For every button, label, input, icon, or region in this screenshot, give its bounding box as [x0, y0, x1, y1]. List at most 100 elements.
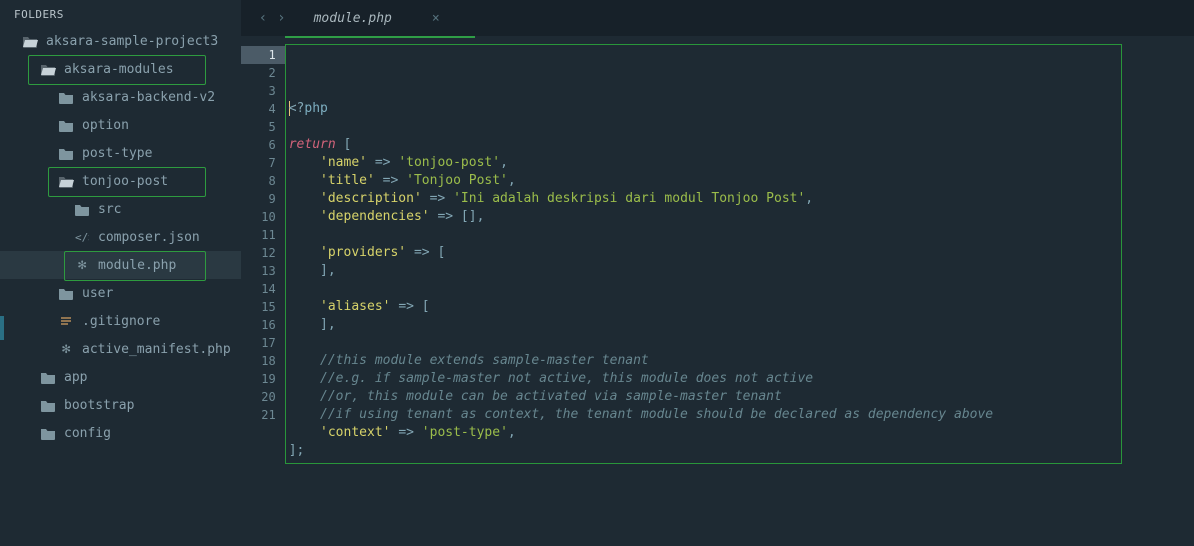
tree-item-aksara-sample-project3[interactable]: aksara-sample-project3 — [0, 27, 241, 55]
line-number[interactable]: 9 — [241, 190, 285, 208]
tree-item-label: module.php — [98, 258, 176, 273]
code-line[interactable] — [289, 118, 1194, 136]
line-number[interactable]: 19 — [241, 370, 285, 388]
close-icon[interactable]: × — [432, 11, 440, 26]
line-gutter[interactable]: 123456789101112131415161718192021 — [241, 36, 285, 546]
lines-icon — [58, 313, 74, 329]
tree-item--gitignore[interactable]: .gitignore — [0, 307, 241, 335]
svg-text:✻: ✻ — [62, 342, 71, 356]
line-number[interactable]: 15 — [241, 298, 285, 316]
tree-item-label: post-type — [82, 146, 152, 161]
line-number[interactable]: 12 — [241, 244, 285, 262]
tree-item-label: aksara-sample-project3 — [46, 34, 218, 49]
svg-text:✻: ✻ — [78, 258, 87, 272]
code-line[interactable]: //e.g. if sample-master not active, this… — [289, 370, 1194, 388]
vertical-scrollbar[interactable] — [1182, 44, 1192, 524]
line-number[interactable]: 11 — [241, 226, 285, 244]
tree-item-post-type[interactable]: post-type — [0, 139, 241, 167]
code-line[interactable] — [289, 334, 1194, 352]
folder-icon — [58, 117, 74, 133]
tree-item-label: app — [64, 370, 87, 385]
code-line[interactable]: 'context' => 'post-type', — [289, 424, 1194, 442]
line-number[interactable]: 4 — [241, 100, 285, 118]
code-line[interactable]: //or, this module can be activated via s… — [289, 388, 1194, 406]
code-line[interactable]: 'aliases' => [ — [289, 298, 1194, 316]
code-icon: </> — [74, 229, 90, 245]
code-line[interactable] — [289, 460, 1194, 478]
tree-item-aksara-modules[interactable]: aksara-modules — [0, 55, 241, 83]
folder-icon — [40, 397, 56, 413]
mini-tab-indicator — [0, 316, 4, 340]
code-line[interactable]: //this module extends sample-master tena… — [289, 352, 1194, 370]
tree-item-src[interactable]: src — [0, 195, 241, 223]
nav-forward-icon[interactable]: › — [277, 10, 285, 26]
code-line[interactable]: 'dependencies' => [], — [289, 208, 1194, 226]
line-number[interactable]: 1 — [241, 46, 285, 64]
tree-item-label: config — [64, 426, 111, 441]
folder-icon — [40, 369, 56, 385]
editor: 123456789101112131415161718192021 <?phpr… — [241, 36, 1194, 546]
folder-icon — [40, 425, 56, 441]
nav-arrows: ‹ › — [251, 10, 300, 26]
line-number[interactable]: 7 — [241, 154, 285, 172]
tree-item-tonjoo-post[interactable]: tonjoo-post — [0, 167, 241, 195]
tree-item-label: .gitignore — [82, 314, 160, 329]
folder-open-icon — [22, 33, 38, 49]
line-number[interactable]: 5 — [241, 118, 285, 136]
code-line[interactable]: ]; — [289, 442, 1194, 460]
svg-text:</>: </> — [75, 231, 89, 244]
tree-item-label: composer.json — [98, 230, 200, 245]
code-line[interactable]: //if using tenant as context, the tenant… — [289, 406, 1194, 424]
tree-item-label: active_manifest.php — [82, 342, 231, 357]
code-line[interactable]: return [ — [289, 136, 1194, 154]
nav-back-icon[interactable]: ‹ — [259, 10, 267, 26]
line-number[interactable]: 10 — [241, 208, 285, 226]
line-number[interactable]: 18 — [241, 352, 285, 370]
code-line[interactable]: ], — [289, 316, 1194, 334]
tree-item-module-php[interactable]: ✻ module.php — [0, 251, 241, 279]
tree-item-label: bootstrap — [64, 398, 134, 413]
tree-item-option[interactable]: option — [0, 111, 241, 139]
tree-item-app[interactable]: app — [0, 363, 241, 391]
tree-item-user[interactable]: user — [0, 279, 241, 307]
folders-header: FOLDERS — [0, 0, 241, 27]
tree-item-bootstrap[interactable]: bootstrap — [0, 391, 241, 419]
code-area[interactable]: <?php return [ 'name' => 'tonjoo-post', '… — [285, 36, 1194, 546]
code-line[interactable]: <?php — [289, 100, 1194, 118]
folder-tree[interactable]: aksara-sample-project3 aksara-modules aksa… — [0, 27, 241, 546]
code-line[interactable]: 'title' => 'Tonjoo Post', — [289, 172, 1194, 190]
file-icon: ✻ — [74, 257, 90, 273]
code-line[interactable]: ], — [289, 262, 1194, 280]
tree-item-label: user — [82, 286, 113, 301]
file-icon: ✻ — [58, 341, 74, 357]
code-line[interactable]: 'name' => 'tonjoo-post', — [289, 154, 1194, 172]
code-line[interactable] — [289, 280, 1194, 298]
tabbar: ‹ › module.php × — [241, 0, 1194, 36]
line-number[interactable]: 6 — [241, 136, 285, 154]
line-number[interactable]: 14 — [241, 280, 285, 298]
tree-item-config[interactable]: config — [0, 419, 241, 447]
folder-open-icon — [40, 61, 56, 77]
tab-title: module.php — [314, 11, 392, 26]
tree-item-active-manifest-php[interactable]: ✻ active_manifest.php — [0, 335, 241, 363]
line-number[interactable]: 13 — [241, 262, 285, 280]
tree-item-label: aksara-backend-v2 — [82, 90, 215, 105]
tab-module-php[interactable]: module.php × — [300, 0, 454, 36]
tree-item-label: tonjoo-post — [82, 174, 168, 189]
line-number[interactable]: 2 — [241, 64, 285, 82]
line-number[interactable]: 8 — [241, 172, 285, 190]
tree-item-label: aksara-modules — [64, 62, 174, 77]
line-number[interactable]: 20 — [241, 388, 285, 406]
sidebar: FOLDERS aksara-sample-project3 aksara-mod… — [0, 0, 241, 546]
tree-item-composer-json[interactable]: </> composer.json — [0, 223, 241, 251]
line-number[interactable]: 16 — [241, 316, 285, 334]
line-number[interactable]: 3 — [241, 82, 285, 100]
code-line[interactable]: 'description' => 'Ini adalah deskripsi d… — [289, 190, 1194, 208]
code-line[interactable]: 'providers' => [ — [289, 244, 1194, 262]
line-number[interactable]: 17 — [241, 334, 285, 352]
code-line[interactable] — [289, 226, 1194, 244]
folder-icon — [74, 201, 90, 217]
tree-item-aksara-backend-v2[interactable]: aksara-backend-v2 — [0, 83, 241, 111]
tree-item-label: src — [98, 202, 121, 217]
line-number[interactable]: 21 — [241, 406, 285, 424]
